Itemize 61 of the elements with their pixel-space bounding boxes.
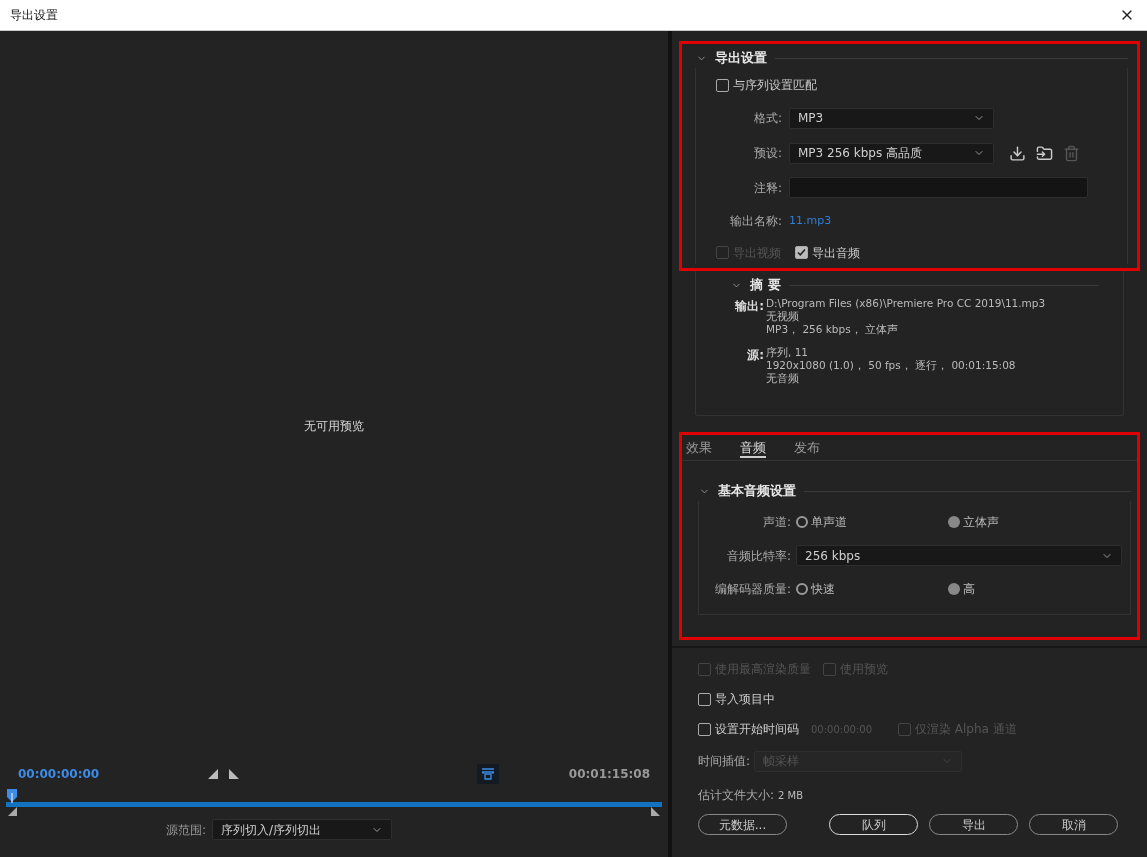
format-dropdown[interactable]: MP3 (789, 107, 994, 129)
summary-label: 源: (746, 347, 764, 364)
output-name-link[interactable]: 11.mp3 (789, 212, 832, 230)
checkbox[interactable] (698, 722, 711, 736)
radio-selected-icon (948, 583, 960, 595)
checkbox-label: 导出音频 (812, 245, 860, 262)
summary-label: 输出: (733, 298, 764, 315)
in-point-icon[interactable] (8, 807, 17, 816)
radio-empty-icon (796, 583, 808, 595)
tab[interactable]: 音频 (740, 437, 766, 458)
field-label: 音频比特率: (725, 547, 791, 565)
out-point-icon[interactable] (651, 807, 660, 816)
section-title: 摘 要 (750, 276, 781, 295)
section-title: 基本音频设置 (718, 482, 796, 501)
checkbox-label: 导入项目中 (715, 691, 775, 708)
summary-line: D:\Program Files (x86)\Premiere Pro CC 2019\11.mp3 (766, 297, 1046, 310)
mark-out-icon[interactable] (229, 769, 239, 779)
summary-line: 无音频 (766, 372, 800, 385)
radio-option[interactable]: 高 (948, 580, 1100, 598)
timeline-track[interactable] (6, 789, 662, 807)
radio-option[interactable]: 立体声 (948, 513, 1100, 531)
field-label: 时间插值: (698, 753, 751, 770)
radio-empty-icon (796, 516, 808, 528)
summary-line: MP3， 256 kbps， 立体声 (766, 323, 899, 336)
window-title: 导出设置 (10, 7, 58, 24)
bitrate-dropdown[interactable]: 256 kbps (796, 545, 1122, 566)
timecode-end: 00:01:15:08 (568, 766, 650, 783)
fit-icon[interactable] (476, 764, 499, 784)
radio-option[interactable]: 单声道 (796, 513, 948, 531)
source-range-dropdown[interactable]: 序列切入/序列切出 (212, 819, 392, 840)
summary-line: 1920x1080 (1.0)， 50 fps， 逐行， 00:01:15:08 (766, 359, 1016, 372)
source-range-label: 源范围: (165, 821, 206, 839)
radio-option[interactable]: 快速 (796, 580, 948, 598)
preset-dropdown[interactable]: MP3 256 kbps 高品质 (789, 142, 994, 164)
radio-selected-icon (948, 516, 960, 528)
no-preview-message: 无可用预览 (304, 418, 364, 435)
folder-import-icon[interactable] (1036, 144, 1053, 162)
checkmark-icon (797, 248, 806, 258)
file-size-value: 2 MB (778, 788, 804, 803)
section-title: 导出设置 (715, 49, 767, 68)
download-icon[interactable] (1009, 144, 1026, 162)
tab[interactable]: 发布 (794, 437, 820, 458)
checkbox-label: 设置开始时间码 (715, 721, 799, 738)
playhead-handle[interactable] (6, 789, 18, 803)
timecode-start[interactable]: 00:00:00:00 (18, 765, 138, 783)
checkbox[interactable] (716, 78, 729, 92)
field-label: 预设: (752, 145, 782, 163)
checkbox[interactable] (795, 246, 808, 260)
summary-line: 序列, 11 (766, 346, 810, 359)
field-label: 注释: (752, 179, 782, 197)
checkbox-label: 与序列设置匹配 (733, 77, 817, 94)
field-label: 估计文件大小: (698, 787, 775, 804)
field-label: 编解码器质量: (713, 581, 791, 598)
summary-line: 无视频 (766, 310, 800, 323)
field-label: 格式: (752, 110, 782, 128)
field-label: 声道: (761, 514, 791, 531)
mark-in-icon[interactable] (208, 769, 218, 779)
comments-field[interactable] (789, 177, 1088, 199)
field-label: 输出名称: (728, 213, 782, 231)
checkbox[interactable] (698, 692, 711, 706)
tab[interactable]: 效果 (686, 437, 712, 458)
